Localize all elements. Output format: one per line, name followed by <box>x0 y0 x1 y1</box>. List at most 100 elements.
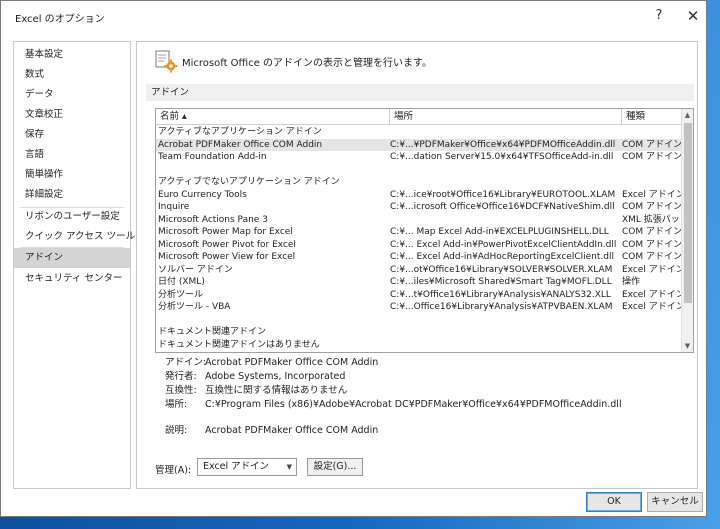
table-cell-name: 日付 (XML) <box>158 277 205 287</box>
table-cell-type: COM アドイン <box>622 202 682 212</box>
detail-description-label: 説明: <box>165 425 188 436</box>
table-row <box>156 164 683 177</box>
table-cell-name: アクティブでないアプリケーション アドイン <box>158 177 340 187</box>
close-button[interactable]: ✕ <box>681 5 705 27</box>
table-cell-location: C:¥...dation Server¥15.0¥x64¥TFSOfficeAd… <box>390 152 614 162</box>
table-cell-type: COM アドイン <box>622 152 682 162</box>
table-cell-type: 操作 <box>622 277 641 287</box>
table-row[interactable]: Team Foundation Add-in C:¥...dation Serve… <box>156 151 683 164</box>
table-cell-name: Microsoft Power Pivot for Excel <box>158 239 296 250</box>
detail-publisher-label: 発行者: <box>165 371 197 382</box>
table-row[interactable]: ソルバー アドイン C:¥...ot¥Office16¥Library¥SOLVE… <box>156 264 684 277</box>
column-header-name[interactable]: 名前 ▴ <box>156 109 390 125</box>
table-cell-type: COM アドイン <box>622 252 682 262</box>
nav-item-advanced[interactable]: 詳細設定 <box>14 185 130 205</box>
detail-publisher: 発行者: Adobe Systems, Incorporated <box>165 368 345 382</box>
table-cell-location: C:¥...icrosoft Office¥Office16¥DCF¥Nativ… <box>390 202 615 212</box>
excel-options-dialog: Excel のオプション ? ✕ 基本設定 数式 データ 文章校正 保存 言語 … <box>0 0 707 517</box>
table-cell-type: Excel アドイン <box>622 302 684 312</box>
table-cell-name: ドキュメント関連アドインはありません <box>158 339 320 350</box>
detail-addin-label: アドイン: <box>165 357 207 368</box>
nav-item-quick-access-toolbar[interactable]: クイック アクセス ツール バー <box>14 227 157 247</box>
go-button[interactable]: 設定(G)... <box>307 458 363 476</box>
addin-gear-icon <box>155 50 178 73</box>
table-cell-location: C:¥...Office16¥Library¥Analysis¥ATPVBAEN… <box>390 302 613 312</box>
window-title: Excel のオプション <box>15 14 105 25</box>
scroll-down-icon[interactable]: ▼ <box>682 340 693 352</box>
table-cell-location: C:¥...ot¥Office16¥Library¥SOLVER¥SOLVER.… <box>390 264 613 275</box>
detail-location-value: C:¥Program Files (x86)¥Adobe¥Acrobat DC¥… <box>205 399 622 410</box>
table-cell-name: Inquire <box>158 202 190 212</box>
manage-dropdown[interactable]: Excel アドイン ▼ <box>197 458 297 476</box>
table-cell-type: COM アドイン <box>622 227 682 237</box>
scroll-up-icon[interactable]: ▲ <box>682 109 693 121</box>
panel-description: Microsoft Office のアドインの表示と管理を行います。 <box>182 58 433 69</box>
scroll-thumb[interactable] <box>684 123 692 303</box>
ok-button[interactable]: OK <box>586 492 642 512</box>
nav-item-trust-center[interactable]: セキュリティ センター <box>14 269 130 289</box>
table-scrollbar[interactable]: ▲ ▼ <box>681 109 693 352</box>
options-nav: 基本設定 数式 データ 文章校正 保存 言語 簡単操作 詳細設定 リボンのユーザ… <box>13 41 157 489</box>
detail-location-label: 場所: <box>165 399 188 410</box>
table-cell-name: アクティブなアプリケーション アドイン <box>158 127 322 137</box>
addins-panel: Microsoft Office のアドインの表示と管理を行います。 アドイン … <box>136 41 698 489</box>
column-header-location[interactable]: 場所 <box>390 109 622 125</box>
table-cell-type: COM アドイン <box>622 139 682 150</box>
table-cell-name: 分析ツール - VBA <box>158 302 231 312</box>
table-cell-name: Acrobat PDFMaker Office COM Addin <box>158 139 323 150</box>
table-cell-location: C:¥... Excel Add-in¥PowerPivotExcelClien… <box>390 239 617 250</box>
detail-location: 場所: C:¥Program Files (x86)¥Adobe¥Acrobat … <box>165 396 622 410</box>
detail-compat: 互換性: 互換性に関する情報はありません <box>165 382 347 396</box>
table-row[interactable]: 分析ツール C:¥...t¥Office16¥Library¥Analysis¥A… <box>156 289 684 302</box>
table-cell-name: ソルバー アドイン <box>158 264 233 275</box>
table-cell-name: Microsoft Actions Pane 3 <box>158 214 268 225</box>
table-row[interactable]: Microsoft Actions Pane 3 XML 拡張パック <box>156 214 684 227</box>
table-row: ドキュメント関連アドイン <box>156 326 683 339</box>
table-row[interactable]: Microsoft Power Pivot for Excel C:¥... Ex… <box>156 239 683 252</box>
nav-item-general[interactable]: 基本設定 <box>14 45 130 65</box>
nav-item-data[interactable]: データ <box>14 85 130 105</box>
table-row: アクティブなアプリケーション アドイン <box>156 126 683 139</box>
table-cell-location: C:¥...iles¥Microsoft Shared¥Smart Tag¥MO… <box>390 277 612 287</box>
table-row: アクティブでないアプリケーション アドイン <box>156 176 683 189</box>
table-row: ドキュメント関連アドインはありません <box>156 339 683 352</box>
table-row[interactable]: Microsoft Power Map for Excel C:¥... Map … <box>156 226 683 239</box>
table-cell-type: Excel アドイン <box>622 289 684 300</box>
table-cell-type: Excel アドイン <box>622 264 684 275</box>
table-cell-type: COM アドイン <box>622 239 682 250</box>
nav-item-formulas[interactable]: 数式 <box>14 65 130 85</box>
addins-table: 名前 ▴ 場所 種類 アクティブなアプリケーション アドイン Acrobat PD… <box>155 108 694 353</box>
cancel-button[interactable]: キャンセル <box>647 492 703 512</box>
table-row[interactable]: Acrobat PDFMaker Office COM Addin C:¥...¥… <box>156 138 683 151</box>
detail-addin-value: Acrobat PDFMaker Office COM Addin <box>205 357 379 368</box>
nav-item-addins[interactable]: アドイン <box>14 248 130 268</box>
chevron-down-icon: ▼ <box>286 463 292 471</box>
table-row[interactable]: Euro Currency Tools C:¥...ice¥root¥Office… <box>156 189 684 202</box>
table-cell-location: C:¥...t¥Office16¥Library¥Analysis¥ANALYS… <box>390 289 611 300</box>
table-row[interactable]: Inquire C:¥...icrosoft Office¥Office16¥DC… <box>156 201 683 214</box>
detail-compat-label: 互換性: <box>165 385 197 396</box>
table-header: 名前 ▴ 場所 種類 <box>156 109 683 125</box>
table-row[interactable]: 分析ツール - VBA C:¥...Office16¥Library¥Analys… <box>156 301 684 314</box>
detail-publisher-value: Adobe Systems, Incorporated <box>205 371 346 382</box>
detail-addin: アドイン:Acrobat PDFMaker Office COM Addin <box>165 354 378 368</box>
nav-item-language[interactable]: 言語 <box>14 145 130 165</box>
title-bar: Excel のオプション ? ✕ <box>1 1 706 31</box>
detail-description: 説明: Acrobat PDFMaker Office COM Addin <box>165 422 378 436</box>
nav-item-proofing[interactable]: 文章校正 <box>14 105 130 125</box>
manage-label: 管理(A): <box>155 465 192 476</box>
nav-item-customize-ribbon[interactable]: リボンのユーザー設定 <box>14 207 130 227</box>
table-cell-name: Microsoft Power Map for Excel <box>158 227 293 237</box>
table-row[interactable]: 日付 (XML) C:¥...iles¥Microsoft Shared¥Smar… <box>156 276 683 289</box>
help-button[interactable]: ? <box>647 5 671 27</box>
nav-item-save[interactable]: 保存 <box>14 125 130 145</box>
table-row <box>156 314 683 327</box>
nav-item-accessibility[interactable]: 簡単操作 <box>14 165 130 185</box>
table-cell-name: ドキュメント関連アドイン <box>158 327 267 337</box>
table-cell-type: Excel アドイン <box>622 189 684 200</box>
column-header-type[interactable]: 種類 <box>622 109 683 125</box>
table-cell-location: C:¥...¥PDFMaker¥Office¥x64¥PDFMOfficeAdd… <box>390 139 616 150</box>
table-cell-location: C:¥...ice¥root¥Office16¥Library¥EUROTOOL… <box>390 189 616 200</box>
table-cell-name: Microsoft Power View for Excel <box>158 252 296 262</box>
table-row[interactable]: Microsoft Power View for Excel C:¥... Exc… <box>156 251 683 264</box>
